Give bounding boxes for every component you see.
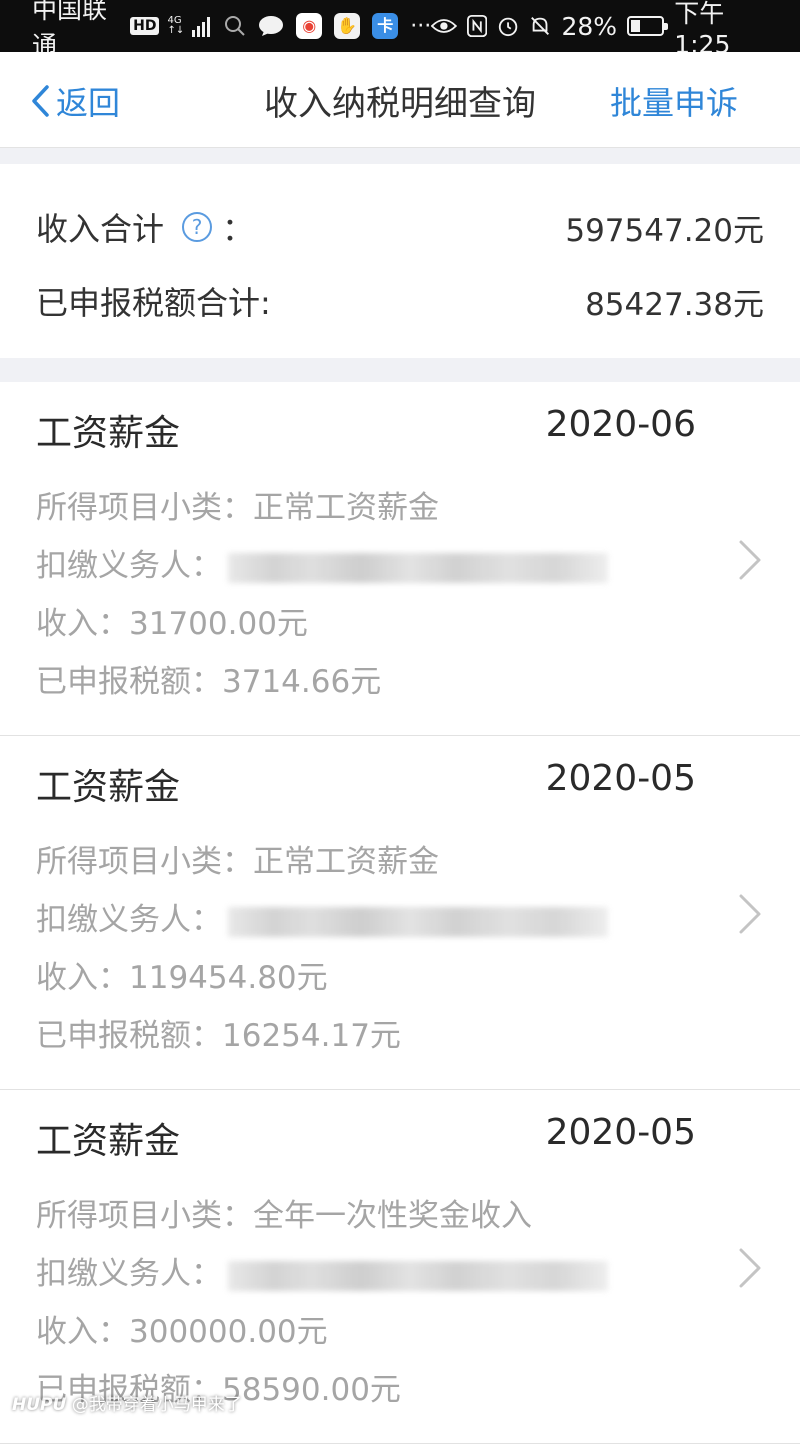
- eye-icon: [431, 19, 457, 33]
- blurred-withholder-name: [228, 1260, 608, 1291]
- withholder-label: 扣缴义务人：: [36, 548, 222, 584]
- nav-bar: 返回 收入纳税明细查询 批量申诉: [0, 52, 800, 148]
- record-subcategory: 所得项目小类：正常工资薪金: [36, 844, 439, 880]
- help-icon[interactable]: ?: [182, 212, 213, 242]
- blurred-withholder-name: [228, 552, 608, 583]
- record-subcategory: 所得项目小类：正常工资薪金: [36, 490, 439, 526]
- record-type: 工资薪金: [36, 1121, 181, 1162]
- withholder-label: 扣缴义务人：: [36, 1256, 222, 1292]
- search-icon: [225, 16, 245, 36]
- income-total-colon: ：: [222, 210, 255, 248]
- record-withholder: 扣缴义务人：: [36, 894, 608, 939]
- chevron-right-icon: [739, 1248, 761, 1288]
- income-total-label: 收入合计: [36, 210, 165, 248]
- app-icon: 卡: [372, 13, 399, 39]
- record-income: 收入：300000.00元: [36, 1314, 328, 1350]
- record-type: 工资薪金: [36, 767, 181, 808]
- mute-bell-icon: [531, 17, 550, 35]
- chevron-left-icon: [32, 85, 49, 117]
- income-total-row: 收入合计 ? ： 597547.20元: [36, 204, 764, 250]
- record-date: 2020-05: [545, 1112, 696, 1153]
- chat-bubble-icon: [259, 16, 284, 36]
- hd-badge: HD: [130, 17, 160, 35]
- record-date: 2020-06: [545, 404, 696, 445]
- record-date: 2020-05: [545, 758, 696, 799]
- clock: 下午1:25: [674, 0, 731, 59]
- chevron-right-icon: [739, 540, 761, 580]
- watermark: HUPU @我带穿着小马甲来了: [12, 1390, 242, 1415]
- more-icon: ···: [410, 13, 432, 39]
- withholder-label: 扣缴义务人：: [36, 902, 222, 938]
- watermark-brand: HUPU: [12, 1395, 67, 1415]
- record-tax: 已申报税额：3714.66元: [36, 664, 382, 700]
- section-divider: [0, 358, 800, 382]
- battery-percent: 28%: [561, 11, 618, 41]
- signal-icon: [192, 15, 211, 37]
- tax-total-value: 85427.38元: [585, 286, 764, 323]
- status-bar: 中国联通 HD 4G ↑↓ ◉ ✋ 卡 ··· 28% 下午1:25: [0, 0, 800, 60]
- record-withholder: 扣缴义务人：: [36, 1248, 608, 1293]
- tax-total-row: 已申报税额合计: 85427.38元: [36, 278, 764, 324]
- tax-total-label: 已申报税额合计:: [36, 284, 271, 322]
- blurred-withholder-name: [228, 906, 608, 937]
- record-withholder: 扣缴义务人：: [36, 540, 608, 585]
- back-label: 返回: [56, 84, 121, 122]
- record-income: 收入：119454.80元: [36, 960, 328, 996]
- record-subcategory: 所得项目小类：全年一次性奖金收入: [36, 1198, 532, 1234]
- alarm-icon: [499, 17, 518, 37]
- back-button[interactable]: 返回: [30, 78, 120, 124]
- record-type: 工资薪金: [36, 413, 181, 454]
- income-record-item[interactable]: 工资薪金 2020-05 所得项目小类：正常工资薪金 扣缴义务人： 收入：119…: [0, 736, 800, 1090]
- record-income: 收入：31700.00元: [36, 606, 308, 642]
- nfc-icon: [467, 14, 488, 38]
- chevron-right-icon: [739, 894, 761, 934]
- income-record-item[interactable]: 工资薪金 2020-06 所得项目小类：正常工资薪金 扣缴义务人： 收入：317…: [0, 382, 800, 736]
- watermark-text: @我带穿着小马甲来了: [71, 1395, 242, 1415]
- battery-icon: [627, 16, 669, 36]
- batch-appeal-button[interactable]: 批量申诉: [610, 78, 738, 124]
- section-divider: [0, 148, 800, 164]
- browser-app-icon: ◉: [296, 13, 323, 39]
- record-tax: 已申报税额：16254.17元: [36, 1018, 401, 1054]
- network-indicator: 4G ↑↓: [167, 15, 185, 36]
- hand-app-icon: ✋: [334, 13, 361, 39]
- summary-card: 收入合计 ? ： 597547.20元 已申报税额合计: 85427.38元: [0, 164, 800, 358]
- income-total-value: 597547.20元: [565, 212, 764, 249]
